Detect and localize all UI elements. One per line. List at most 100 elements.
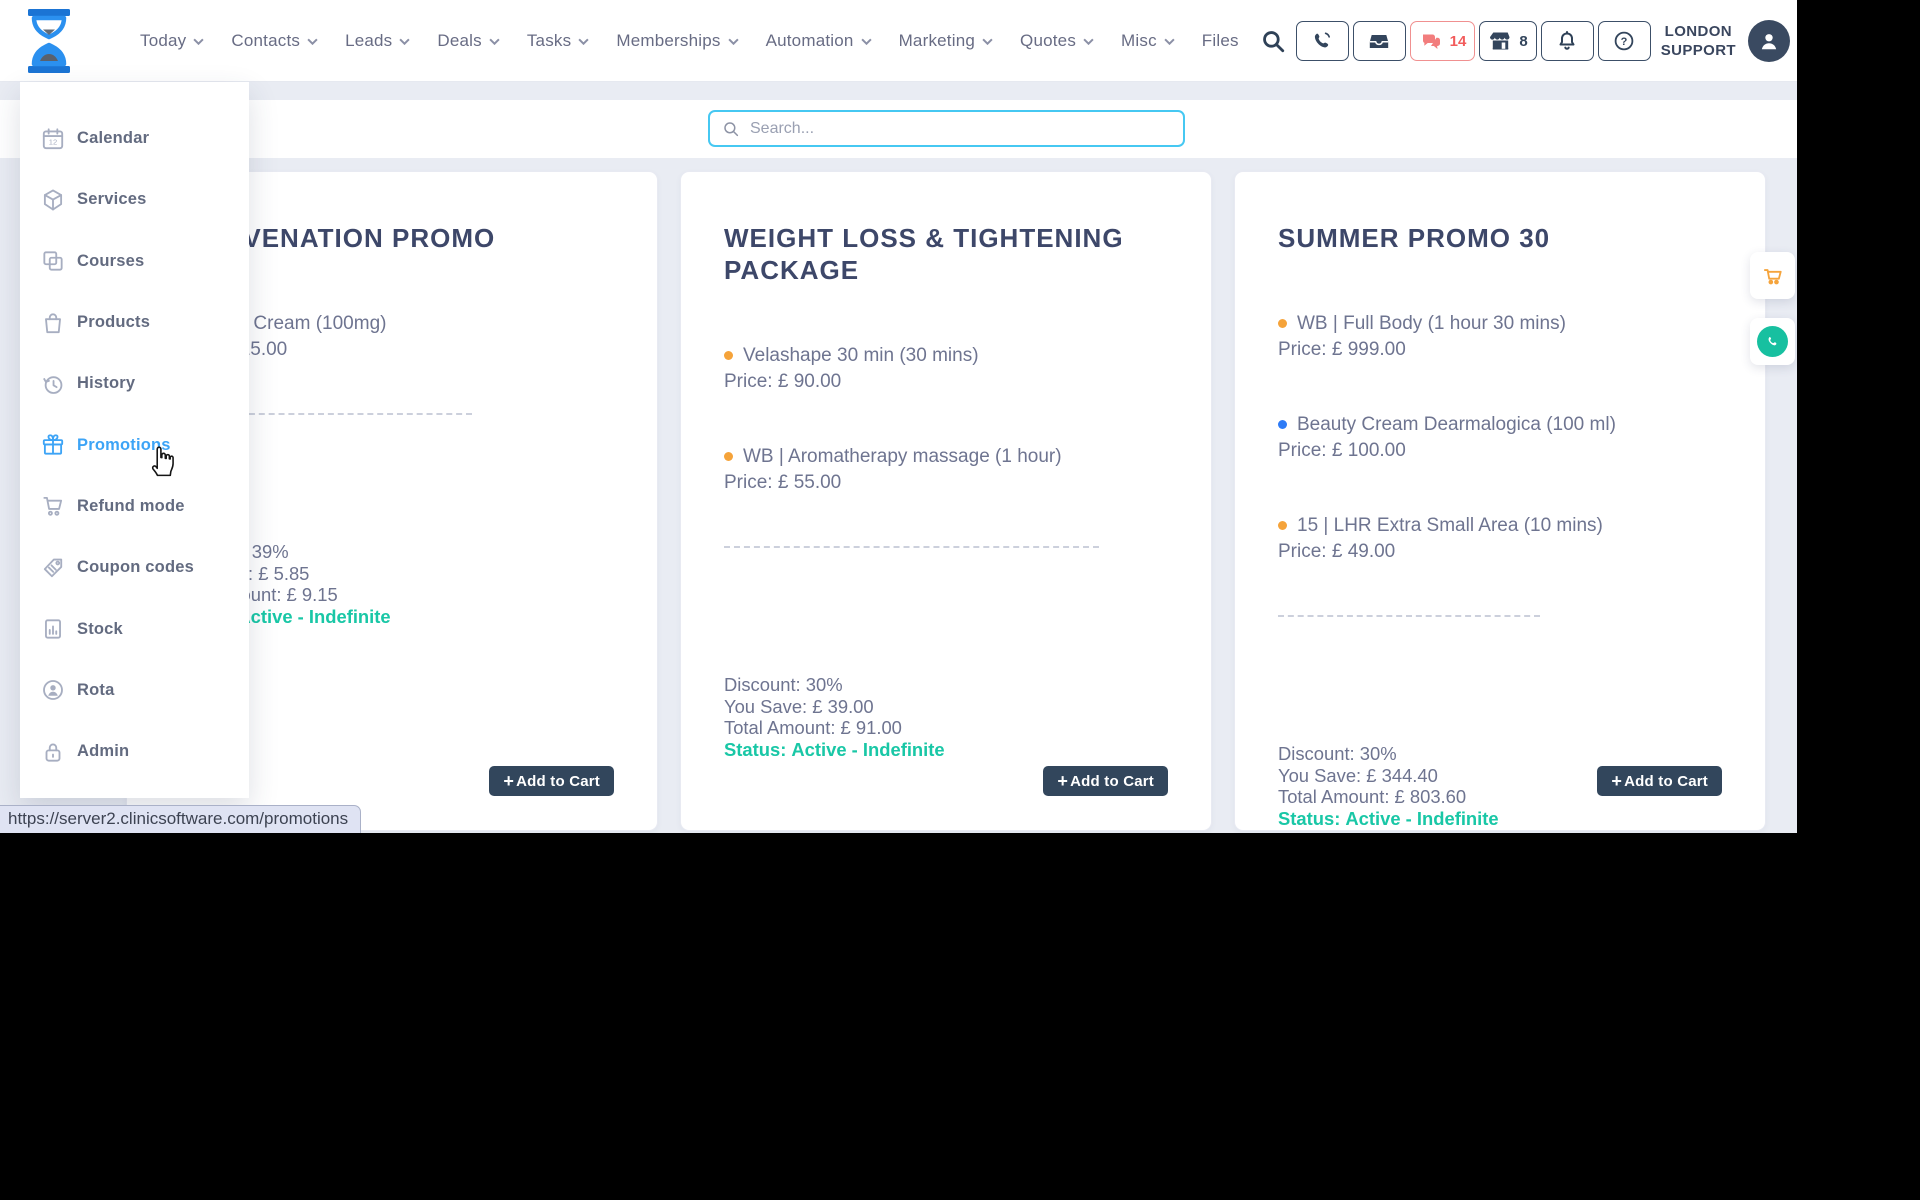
promo-card-weight-loss: WEIGHT LOSS & TIGHTENING PACKAGE Velasha…	[680, 171, 1212, 831]
item-price: Price: £ 90.00	[724, 371, 842, 392]
status-line: Status:Active - Indefinite	[724, 739, 945, 761]
avatar[interactable]	[1748, 20, 1790, 62]
search-toolbar	[0, 100, 1797, 158]
item-name: WB | Full Body (1 hour 30 mins)	[1297, 313, 1566, 334]
cart-icon	[1763, 268, 1782, 284]
main-nav: Today Contacts Leads Deals Tasks Members…	[140, 0, 1239, 82]
item-name: Velashape 30 min (30 mins)	[743, 345, 979, 366]
nav-files[interactable]: Files	[1202, 31, 1239, 51]
floating-whatsapp-button[interactable]	[1750, 318, 1795, 365]
chevron-down-icon	[1164, 38, 1175, 45]
nav-tasks[interactable]: Tasks	[527, 31, 589, 51]
card-title: WEIGHT LOSS & TIGHTENING PACKAGE	[724, 223, 1124, 285]
coupon-icon	[40, 555, 66, 581]
chevron-down-icon	[578, 38, 589, 45]
chat-notifications-button[interactable]: 14	[1409, 21, 1476, 61]
topbar-actions: 14 8 ? LONDON SUPPORT	[1258, 0, 1790, 82]
item-bullet	[1278, 521, 1287, 530]
promo-item: WB | Aromatherapy massage (1 hour) Price…	[724, 445, 1168, 494]
item-bullet	[1278, 420, 1287, 429]
help-button[interactable]: ?	[1597, 21, 1651, 61]
sidebar-item-calendar[interactable]: 12 Calendar	[20, 108, 249, 169]
divider	[1278, 615, 1540, 617]
chat-count-badge: 14	[1449, 32, 1467, 50]
sidebar-dropdown-menu: 12 Calendar Services Courses Products Hi…	[20, 82, 249, 798]
status-url-tooltip: https://server2.clinicsoftware.com/promo…	[0, 805, 362, 833]
stock-icon	[40, 616, 66, 642]
top-navigation-bar: Today Contacts Leads Deals Tasks Members…	[0, 0, 1797, 82]
nav-misc[interactable]: Misc	[1121, 31, 1175, 51]
inbox-button[interactable]	[1352, 21, 1406, 61]
chevron-down-icon	[1083, 38, 1094, 45]
svg-text:12: 12	[49, 137, 57, 146]
sidebar-item-coupon-codes[interactable]: Coupon codes	[20, 537, 249, 598]
plus-icon: +	[503, 770, 515, 791]
store-icon	[1490, 32, 1510, 50]
courses-icon	[40, 248, 66, 274]
sidebar-item-promotions[interactable]: Promotions	[20, 414, 249, 475]
discount-line: Discount: 30%	[724, 674, 843, 695]
lock-icon	[40, 739, 66, 765]
sidebar-item-rota[interactable]: Rota	[20, 660, 249, 721]
app-window: Today Contacts Leads Deals Tasks Members…	[0, 0, 1797, 833]
sidebar-item-services[interactable]: Services	[20, 169, 249, 230]
nav-memberships[interactable]: Memberships	[616, 31, 739, 51]
store-button[interactable]: 8	[1479, 21, 1537, 61]
sidebar-item-history[interactable]: History	[20, 353, 249, 414]
chevron-down-icon	[727, 38, 739, 45]
sidebar-item-admin[interactable]: Admin	[20, 721, 249, 782]
nav-leads[interactable]: Leads	[345, 31, 410, 51]
card-title: SUMMER PROMO 30	[1278, 223, 1551, 253]
nav-today[interactable]: Today	[140, 31, 204, 51]
history-icon	[40, 371, 66, 397]
add-to-cart-button[interactable]: + Add to Cart	[489, 766, 614, 796]
nav-automation[interactable]: Automation	[766, 31, 872, 51]
status-line: Status:Active - Indefinite	[1278, 808, 1499, 830]
phone-button[interactable]	[1295, 21, 1349, 61]
item-name: 15 | LHR Extra Small Area (10 mins)	[1297, 515, 1603, 536]
floating-cart-button[interactable]	[1750, 252, 1795, 299]
search-icon	[724, 121, 739, 136]
inbox-icon	[1369, 35, 1389, 48]
nav-marketing[interactable]: Marketing	[899, 31, 993, 51]
sidebar-item-products[interactable]: Products	[20, 292, 249, 353]
search-input[interactable]	[750, 119, 1171, 138]
add-to-cart-button[interactable]: + Add to Cart	[1043, 766, 1168, 796]
chevron-down-icon	[982, 38, 993, 45]
add-to-cart-button[interactable]: + Add to Cart	[1597, 766, 1722, 796]
sidebar-item-courses[interactable]: Courses	[20, 231, 249, 292]
chevron-down-icon	[307, 38, 318, 45]
phone-icon	[1315, 32, 1331, 48]
store-count-badge: 8	[1519, 32, 1528, 50]
notifications-button[interactable]	[1540, 21, 1594, 61]
item-bullet	[724, 351, 733, 360]
account-name: LONDON SUPPORT	[1660, 23, 1736, 59]
sidebar-item-refund-mode[interactable]: Refund mode	[20, 476, 249, 537]
divider	[724, 546, 1099, 548]
item-name: WB | Aromatherapy massage (1 hour)	[743, 446, 1062, 467]
discount-line: Discount: 30%	[1278, 743, 1397, 764]
bell-icon	[1559, 31, 1575, 50]
item-price: Price: £ 55.00	[724, 472, 842, 493]
item-price: Price: £ 49.00	[1278, 541, 1396, 562]
search-box	[708, 110, 1185, 147]
nav-contacts[interactable]: Contacts	[231, 31, 318, 51]
promo-item: 15 | LHR Extra Small Area (10 mins) Pric…	[1278, 514, 1722, 563]
chevron-down-icon	[860, 38, 872, 45]
item-bullet	[1278, 319, 1287, 328]
chevron-down-icon	[399, 38, 410, 45]
chat-icon	[1422, 34, 1440, 49]
hourglass-logo[interactable]	[27, 9, 71, 73]
plus-icon: +	[1611, 770, 1623, 791]
item-bullet	[724, 452, 733, 461]
plus-icon: +	[1057, 770, 1069, 791]
nav-quotes[interactable]: Quotes	[1020, 31, 1094, 51]
promo-item: WB | Full Body (1 hour 30 mins) Price: £…	[1278, 312, 1722, 361]
calendar-icon: 12	[40, 126, 66, 152]
gift-icon	[40, 432, 66, 458]
sidebar-item-stock[interactable]: Stock	[20, 598, 249, 659]
nav-deals[interactable]: Deals	[437, 31, 500, 51]
search-icon[interactable]	[1258, 21, 1288, 61]
cube-icon	[40, 187, 66, 213]
whatsapp-icon	[1757, 326, 1788, 357]
